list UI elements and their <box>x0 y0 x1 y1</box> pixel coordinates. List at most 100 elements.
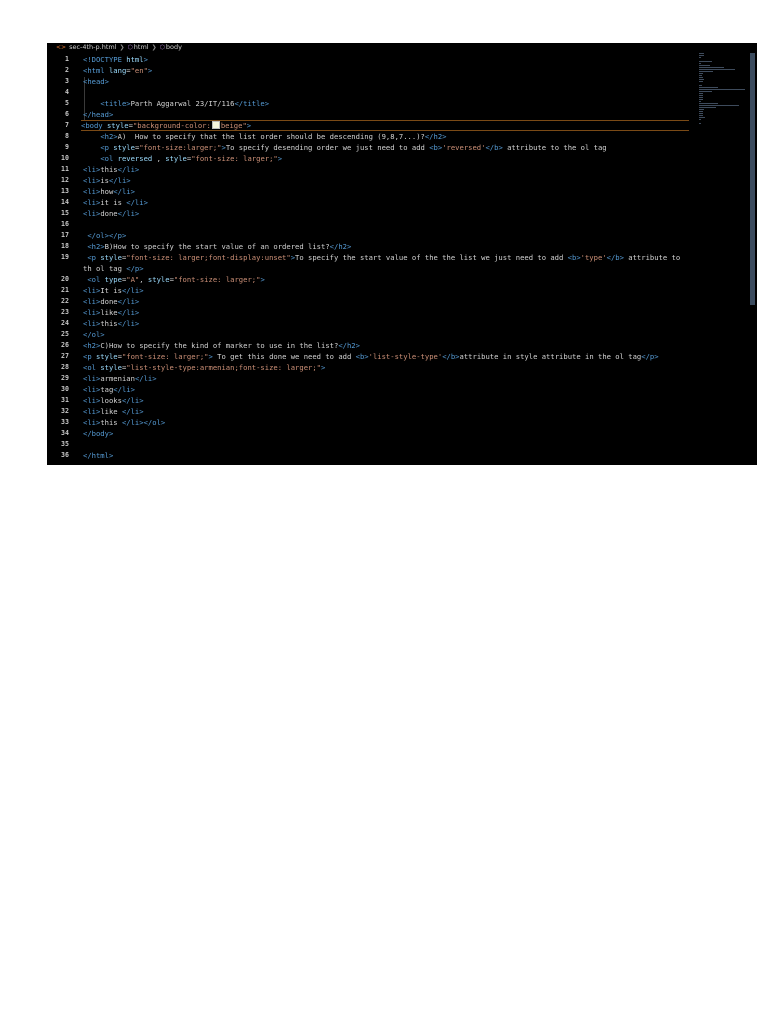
code-line[interactable]: 11 <li>this</li> <box>47 164 697 175</box>
code-line[interactable]: 29 <li>armenian</li> <box>47 373 697 384</box>
line-text[interactable]: <li>how</li> <box>83 186 693 197</box>
line-text[interactable]: <li>like </li> <box>83 406 693 417</box>
line-text[interactable]: </ol></p> <box>83 230 693 241</box>
line-text[interactable]: <ol reversed , style="font-size: larger;… <box>83 153 693 164</box>
line-text[interactable]: <li>armenian</li> <box>83 373 693 384</box>
code-line[interactable]: 36 </html> <box>47 450 697 461</box>
code-line[interactable]: 35 <box>47 439 697 450</box>
line-text[interactable]: <body style="background-color: beige"> <box>81 120 689 131</box>
line-text[interactable]: </head> <box>83 109 693 120</box>
line-text[interactable]: <ol type="A", style="font-size: larger;"… <box>83 274 693 285</box>
line-text[interactable]: <title>Parth Aggarwal 23/IT/116</title> <box>83 98 693 109</box>
code-line[interactable]: 2 <html lang="en"> <box>47 65 697 76</box>
code-token: is <box>100 176 109 185</box>
code-area[interactable]: 1 <!DOCTYPE html> 2 <html lang="en"> 3 <head>… <box>47 54 697 461</box>
code-line[interactable]: 20 <ol type="A", style="font-size: large… <box>47 274 697 285</box>
minimap-line <box>699 71 713 72</box>
vertical-scrollbar[interactable] <box>750 53 755 305</box>
code-token: <!DOCTYPE <box>83 55 127 64</box>
code-line[interactable]: 9 <p style="font-size:larger;">To specif… <box>47 142 697 153</box>
code-line[interactable]: 10 <ol reversed , style="font-size: larg… <box>47 153 697 164</box>
line-text[interactable]: <h2>A) How to specify that the list orde… <box>83 131 693 142</box>
code-line[interactable]: 21 <li>It is</li> <box>47 285 697 296</box>
code-line[interactable]: 19 <p style="font-size: larger;font-disp… <box>47 252 697 274</box>
line-text[interactable]: </body> <box>83 428 693 439</box>
minimap[interactable] <box>699 53 747 124</box>
code-line[interactable]: 27 <p style="font-size: larger;"> To get … <box>47 351 697 362</box>
code-line[interactable]: 22 <li>done</li> <box>47 296 697 307</box>
code-token: > <box>260 275 265 284</box>
code-token: </li> <box>134 374 157 383</box>
code-token: "font-size: larger;" <box>121 352 209 361</box>
minimap-line <box>699 93 704 94</box>
line-number: 5 <box>65 99 69 107</box>
line-text[interactable]: <ol style="list-style-type:armenian;font… <box>83 362 693 373</box>
code-line[interactable]: 7 <body style="background-color: beige"> <box>47 120 697 131</box>
line-number: 35 <box>61 440 69 448</box>
code-line[interactable]: 14 <li>it is </li> <box>47 197 697 208</box>
breadcrumb-body[interactable]: body <box>166 43 182 52</box>
color-swatch[interactable] <box>211 121 220 129</box>
code-token: attribute to the ol tag <box>502 143 607 152</box>
code-token: style <box>165 154 187 163</box>
code-line[interactable]: 8 <h2>A) How to specify that the list or… <box>47 131 697 142</box>
code-line[interactable]: 25 </ol> <box>47 329 697 340</box>
code-token: </ol> <box>83 330 105 339</box>
line-text[interactable]: <li>this</li> <box>83 164 693 175</box>
line-number: 8 <box>65 132 69 140</box>
minimap-line <box>699 81 703 82</box>
code-line[interactable]: 13 <li>how</li> <box>47 186 697 197</box>
line-text[interactable]: <li>is</li> <box>83 175 693 186</box>
minimap-line <box>699 65 711 66</box>
code-token: <li> <box>83 176 101 185</box>
code-line[interactable]: 24 <li>this</li> <box>47 318 697 329</box>
line-text[interactable]: <li>looks</li> <box>83 395 693 406</box>
code-line[interactable]: 33 <li>this </li></ol> <box>47 417 697 428</box>
breadcrumb-file[interactable]: sec-4th-p.html <box>69 43 116 52</box>
line-text[interactable]: <li>like</li> <box>83 307 693 318</box>
code-token: html <box>126 55 144 64</box>
line-text[interactable]: <li>tag</li> <box>83 384 693 395</box>
code-line[interactable]: 28 <ol style="list-style-type:armenian;fo… <box>47 362 697 373</box>
code-line[interactable]: 3 <head> <box>47 76 697 87</box>
line-text[interactable]: <head> <box>83 76 693 87</box>
code-line[interactable]: 17 </ol></p> <box>47 230 697 241</box>
code-line[interactable]: 12 <li>is</li> <box>47 175 697 186</box>
code-line[interactable]: 31 <li>looks</li> <box>47 395 697 406</box>
code-line[interactable]: 18 <h2>B)How to specify the start value … <box>47 241 697 252</box>
minimap-line <box>699 53 704 54</box>
line-text[interactable]: <!DOCTYPE html> <box>83 54 693 65</box>
line-text[interactable]: <li>done</li> <box>83 208 693 219</box>
line-text[interactable]: <li>this</li> <box>83 318 693 329</box>
code-line[interactable]: 5 <title>Parth Aggarwal 23/IT/116</title… <box>47 98 697 109</box>
code-line[interactable]: 23 <li>like</li> <box>47 307 697 318</box>
minimap-line <box>699 67 725 68</box>
line-text[interactable]: <h2>B)How to specify the start value of … <box>83 241 693 252</box>
code-line[interactable]: 16 <box>47 219 697 230</box>
line-number: 16 <box>61 220 69 228</box>
line-text[interactable]: </html> <box>83 450 693 461</box>
code-line[interactable]: 6 </head> <box>47 109 697 120</box>
line-text[interactable]: <html lang="en"> <box>83 65 693 76</box>
line-text[interactable]: <li>It is</li> <box>83 285 693 296</box>
minimap-line <box>699 119 702 120</box>
line-text[interactable]: </ol> <box>83 329 693 340</box>
code-line[interactable]: 1 <!DOCTYPE html> <box>47 54 697 65</box>
line-text[interactable]: <li>it is </li> <box>83 197 693 208</box>
code-line[interactable]: 34 </body> <box>47 428 697 439</box>
line-text[interactable]: <p style="font-size: larger;font-display… <box>83 252 693 274</box>
code-line[interactable]: 30 <li>tag</li> <box>47 384 697 395</box>
line-text[interactable]: <h2>C)How to specify the kind of marker … <box>83 340 693 351</box>
line-text[interactable]: <li>this </li></ol> <box>83 417 693 428</box>
code-line[interactable]: 4 <box>47 87 697 98</box>
line-text[interactable]: <p style="font-size: larger;"> To get th… <box>83 351 693 362</box>
breadcrumb-html[interactable]: html <box>134 43 149 52</box>
code-editor[interactable]: <> sec-4th-p.html ❯ ⬡ html ❯ ⬡ body 1 <!D… <box>47 43 757 465</box>
html-file-icon: <> <box>56 44 67 51</box>
code-line[interactable]: 26 <h2>C)How to specify the kind of marke… <box>47 340 697 351</box>
line-text[interactable]: <p style="font-size:larger;">To specify … <box>83 142 693 153</box>
code-line[interactable]: 32 <li>like </li> <box>47 406 697 417</box>
line-text[interactable]: <li>done</li> <box>83 296 693 307</box>
code-token: <li> <box>83 198 101 207</box>
code-line[interactable]: 15 <li>done</li> <box>47 208 697 219</box>
